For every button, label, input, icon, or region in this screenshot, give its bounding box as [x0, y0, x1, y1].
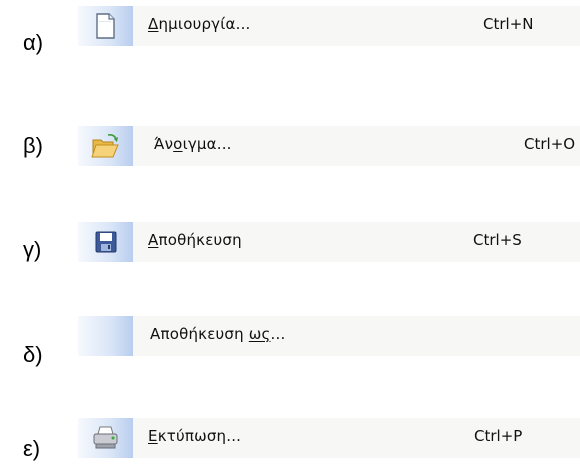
- menu-item-shortcut: Ctrl+S: [473, 231, 522, 249]
- printer-icon: [93, 426, 118, 449]
- menu-item-shortcut: Ctrl+O: [524, 135, 576, 153]
- menu-item-label: Αποθήκευση: [148, 231, 242, 249]
- row-marker: α): [23, 30, 44, 55]
- menu-item-shortcut: Ctrl+P: [474, 427, 523, 445]
- menu-options-worksheet: { "rows": [ { "marker": "α)", "label_pre…: [0, 0, 580, 466]
- save-floppy-icon: [95, 231, 117, 253]
- menu-item-label: Εκτύπωση...: [148, 427, 242, 445]
- row-marker: ε): [23, 436, 41, 461]
- new-document-icon: [96, 13, 115, 39]
- menu-item-shortcut: Ctrl+N: [483, 15, 534, 33]
- open-folder-icon: [91, 134, 119, 158]
- menu-item-print[interactable]: Εκτύπωση... Ctrl+P: [78, 418, 580, 458]
- menu-item-save[interactable]: Αποθήκευση Ctrl+S: [78, 222, 580, 262]
- row-marker: δ): [23, 342, 43, 367]
- menu-item-label: Αποθήκευση ως...: [150, 325, 286, 343]
- menu-item-open[interactable]: Άνοιγμα... Ctrl+O: [78, 126, 580, 166]
- menu-item-new[interactable]: Δημιουργία... Ctrl+N: [78, 6, 580, 46]
- menu-gutter: [78, 316, 133, 356]
- menu-item-label: Δημιουργία...: [148, 15, 251, 33]
- row-marker: γ): [23, 237, 42, 262]
- menu-item-label: Άνοιγμα...: [154, 135, 232, 153]
- row-marker: β): [23, 133, 43, 158]
- menu-item-save-as[interactable]: Αποθήκευση ως...: [78, 316, 580, 356]
